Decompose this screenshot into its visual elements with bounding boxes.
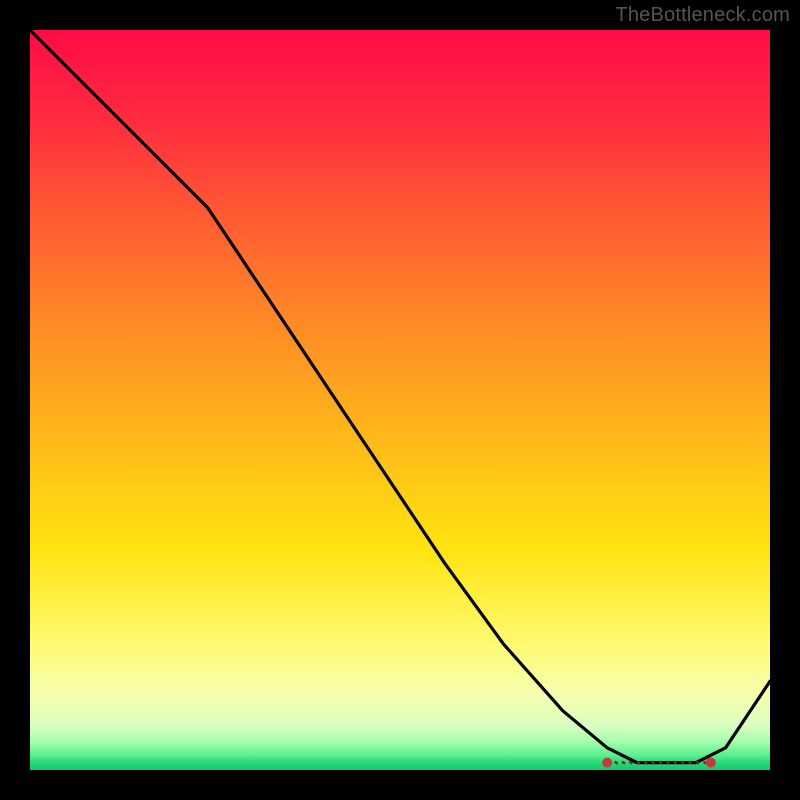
watermark-text: TheBottleneck.com [615, 4, 790, 27]
plot-area [30, 30, 770, 770]
line-curve [30, 30, 770, 770]
chart-frame: TheBottleneck.com [0, 0, 800, 800]
